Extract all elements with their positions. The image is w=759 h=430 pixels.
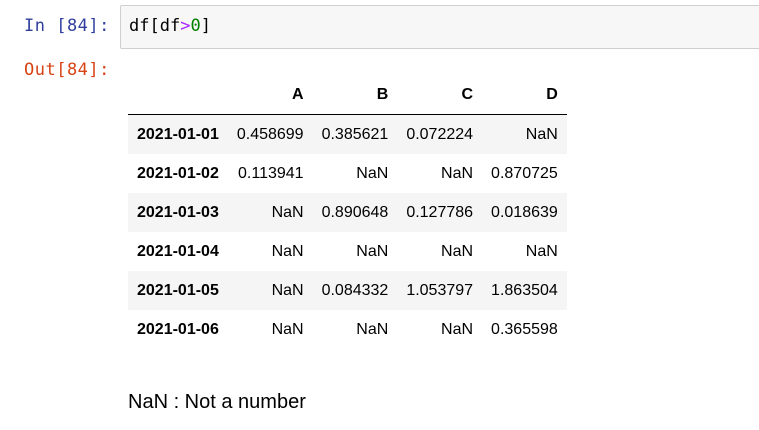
code-close-bracket: ] (200, 16, 211, 36)
index-header (128, 75, 228, 115)
code-input-cell[interactable]: df[df>0] (120, 5, 759, 49)
table-body: 2021-01-01 0.458699 0.385621 0.072224 Na… (128, 114, 567, 350)
table-cell: NaN (271, 320, 304, 338)
table-cell: NaN (441, 242, 474, 260)
table-cell: NaN (441, 164, 474, 182)
row-index: 2021-01-06 (137, 320, 219, 338)
code-number: 0 (190, 16, 201, 36)
table-row: 2021-01-01 0.458699 0.385621 0.072224 Na… (128, 114, 567, 154)
table-cell: 0.072224 (406, 125, 474, 143)
table-cell: 1.053797 (406, 281, 474, 299)
table-row: 2021-01-04 NaN NaN NaN NaN (128, 232, 567, 271)
table-cell: 1.863504 (491, 281, 558, 299)
code-operator: > (180, 16, 191, 36)
table-cell: 0.018639 (491, 203, 558, 221)
row-index: 2021-01-04 (137, 242, 219, 260)
header-row: A B C D (128, 75, 567, 115)
code-part-df: df[df (129, 16, 181, 36)
table-cell: NaN (271, 242, 304, 260)
row-index: 2021-01-05 (137, 281, 219, 299)
table-cell: NaN (525, 125, 558, 143)
table-cell: NaN (356, 320, 389, 338)
table-cell: 0.127786 (406, 203, 474, 221)
table-cell: NaN (271, 281, 304, 299)
row-index: 2021-01-01 (137, 125, 219, 143)
column-header-c: C (397, 75, 483, 115)
dataframe-table: A B C D 2021-01-01 0.458699 0.385621 0.0… (128, 75, 567, 349)
row-index: 2021-01-03 (137, 203, 219, 221)
code-text[interactable]: df[df>0] (129, 16, 211, 36)
input-prompt: In [84]: (24, 16, 110, 36)
nan-note: NaN : Not a number (128, 391, 306, 413)
table-row: 2021-01-03 NaN 0.890648 0.127786 0.01863… (128, 193, 567, 232)
table-cell: NaN (271, 203, 304, 221)
table-cell: 0.870725 (491, 164, 558, 182)
table-cell: 0.385621 (321, 125, 389, 143)
table-cell: 0.365598 (491, 320, 558, 338)
table-header: A B C D (128, 75, 567, 115)
output-prompt: Out[84]: (24, 60, 110, 80)
table-cell: 0.084332 (321, 281, 389, 299)
table-cell: 0.113941 (238, 164, 304, 182)
table-cell: 0.458699 (236, 125, 304, 143)
column-header-a: A (227, 75, 313, 115)
table-cell: 0.890648 (321, 203, 389, 221)
table-row: 2021-01-02 0.113941 NaN NaN 0.870725 (128, 154, 567, 193)
table-cell: NaN (356, 242, 389, 260)
table-cell: NaN (525, 242, 558, 260)
table-row: 2021-01-05 NaN 0.084332 1.053797 1.86350… (128, 271, 567, 310)
table-cell: NaN (356, 164, 389, 182)
column-header-b: B (312, 75, 398, 115)
row-index: 2021-01-02 (137, 164, 219, 182)
column-header-d: D (482, 75, 567, 115)
table-cell: NaN (441, 320, 474, 338)
table-row: 2021-01-06 NaN NaN NaN 0.365598 (128, 310, 567, 349)
